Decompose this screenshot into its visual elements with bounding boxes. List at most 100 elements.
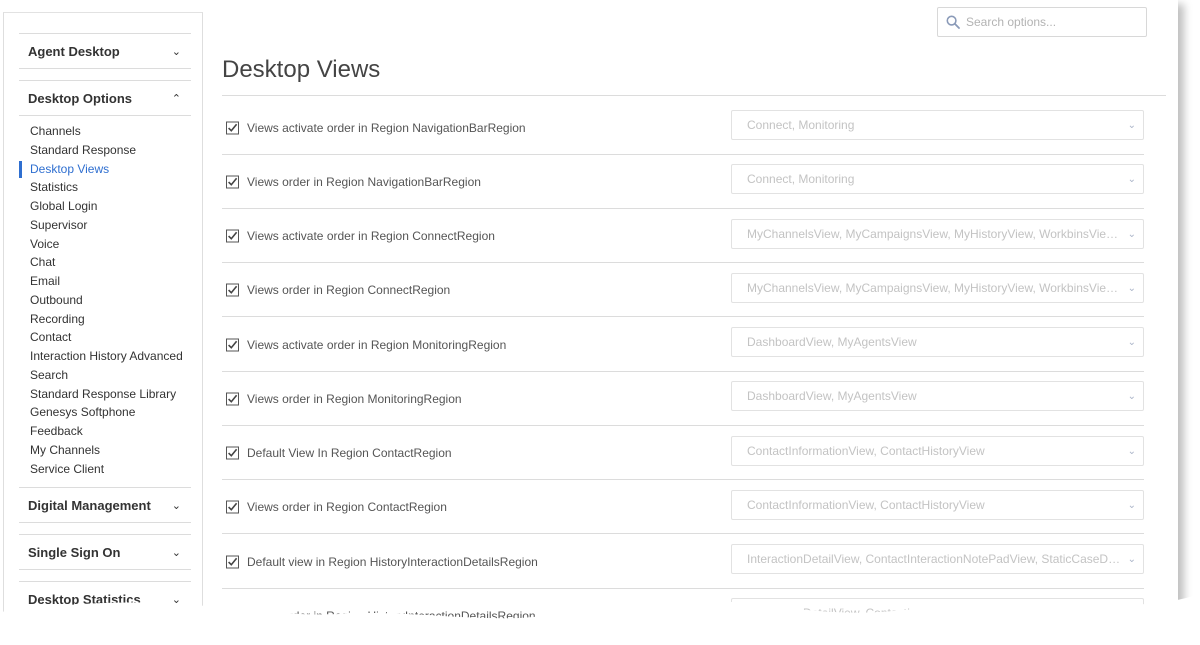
checkbox-checked-icon[interactable]: [226, 446, 239, 459]
search-box[interactable]: [937, 7, 1147, 37]
sidebar-item-my-channels[interactable]: My Channels: [19, 441, 194, 460]
option-row: Views activate order in Region ConnectRe…: [222, 209, 1144, 263]
option-row: Views activate order in Region Monitorin…: [222, 318, 1144, 372]
sidebar-item-genesys-softphone[interactable]: Genesys Softphone: [19, 403, 194, 422]
option-select[interactable]: DashboardView, MyAgentsView ⌄: [731, 327, 1144, 357]
option-row: Views order in Region ConnectRegion MyCh…: [222, 263, 1144, 317]
select-value: ContactInformationView, ContactHistoryVi…: [747, 444, 985, 458]
select-value: Connect, Monitoring: [747, 172, 855, 186]
option-label: Default View In Region ContactRegion: [247, 445, 452, 460]
select-value: MyChannelsView, MyCampaignsView, MyHisto…: [747, 281, 1122, 295]
sidebar-item-supervisor[interactable]: Supervisor: [19, 216, 194, 235]
option-row: Default view in Region HistoryInteractio…: [222, 535, 1144, 589]
sidebar-item-standard-response-library[interactable]: Standard Response Library: [19, 385, 194, 404]
sidebar-item-voice[interactable]: Voice: [19, 235, 194, 254]
option-select[interactable]: InteractionDetailView, ContactInteractio…: [731, 598, 1144, 628]
chevron-down-icon: ⌄: [1127, 173, 1136, 185]
checkbox-checked-icon[interactable]: [226, 338, 239, 351]
option-label: Views order in Region ConnectRegion: [247, 282, 451, 297]
option-label: Views order in Region HistoryInteraction…: [247, 608, 536, 623]
select-value: InteractionDetailView, ContactInteractio…: [747, 552, 1122, 566]
sidebar-item-service-client[interactable]: Service Client: [19, 460, 194, 479]
chevron-down-icon: ⌄: [171, 546, 181, 559]
sidebar-item-channels[interactable]: Channels: [19, 122, 194, 141]
sidebar-item-standard-response[interactable]: Standard Response: [19, 141, 194, 160]
chevron-down-icon: ⌄: [1127, 282, 1136, 294]
option-select[interactable]: Connect, Monitoring ⌄: [731, 110, 1144, 140]
checkbox-checked-icon[interactable]: [226, 609, 239, 622]
option-row: Views order in Region HistoryInteraction…: [222, 589, 1144, 630]
page: Agent Desktop ⌄ Desktop Options ⌃ Channe…: [0, 0, 1178, 630]
section-title: Desktop Options: [28, 90, 133, 106]
sidebar: Agent Desktop ⌄ Desktop Options ⌃ Channe…: [3, 12, 203, 630]
sidebar-item-chat[interactable]: Chat: [19, 253, 194, 272]
checkbox-checked-icon[interactable]: [226, 500, 239, 513]
option-select[interactable]: MyChannelsView, MyCampaignsView, MyHisto…: [731, 219, 1144, 249]
chevron-down-icon: ⌄: [1127, 228, 1136, 240]
option-select[interactable]: InteractionDetailView, ContactInteractio…: [731, 544, 1144, 574]
option-select[interactable]: DashboardView, MyAgentsView ⌄: [731, 381, 1144, 411]
checkbox-checked-icon[interactable]: [226, 229, 239, 242]
option-label: Views activate order in Region ConnectRe…: [247, 228, 495, 243]
chevron-up-icon: ⌃: [171, 92, 181, 105]
select-value: MyChannelsView, MyCampaignsView, MyHisto…: [747, 227, 1122, 241]
search-icon: [946, 15, 960, 29]
option-label: Views activate order in Region Monitorin…: [247, 337, 507, 352]
option-row: Views activate order in Region Navigatio…: [222, 101, 1144, 155]
option-select[interactable]: ContactInformationView, ContactHistoryVi…: [731, 490, 1144, 520]
sidebar-item-statistics[interactable]: Statistics: [19, 178, 194, 197]
sidebar-item-email[interactable]: Email: [19, 272, 194, 291]
checkbox-checked-icon[interactable]: [226, 121, 239, 134]
chevron-down-icon: ⌄: [1127, 553, 1136, 565]
select-value: InteractionDetailView, ContactInteractio…: [747, 606, 1122, 620]
sidebar-item-search[interactable]: Search: [19, 366, 194, 385]
desktop-options-nav: Channels Standard Response Desktop Views…: [19, 122, 194, 478]
option-label: Views order in Region NavigationBarRegio…: [247, 174, 481, 189]
sidebar-item-desktop-views[interactable]: Desktop Views: [19, 160, 194, 179]
page-title: Desktop Views: [222, 56, 381, 83]
chevron-down-icon: ⌄: [1127, 499, 1136, 511]
checkbox-checked-icon[interactable]: [226, 175, 239, 188]
select-value: DashboardView, MyAgentsView: [747, 335, 917, 349]
option-select[interactable]: MyChannelsView, MyCampaignsView, MyHisto…: [731, 273, 1144, 303]
section-desktop-statistics[interactable]: Desktop Statistics ⌄: [19, 581, 191, 617]
chevron-down-icon: ⌄: [1127, 119, 1136, 131]
option-select[interactable]: Connect, Monitoring ⌄: [731, 164, 1144, 194]
option-label: Views order in Region ContactRegion: [247, 499, 447, 514]
chevron-down-icon: ⌄: [171, 45, 181, 58]
sidebar-item-recording[interactable]: Recording: [19, 310, 194, 329]
option-label: Views order in Region MonitoringRegion: [247, 391, 462, 406]
select-value: ContactInformationView, ContactHistoryVi…: [747, 498, 985, 512]
sidebar-item-feedback[interactable]: Feedback: [19, 422, 194, 441]
sidebar-item-outbound[interactable]: Outbound: [19, 291, 194, 310]
checkbox-checked-icon[interactable]: [226, 555, 239, 568]
option-row: Views order in Region NavigationBarRegio…: [222, 155, 1144, 209]
option-label: Views activate order in Region Navigatio…: [247, 120, 526, 135]
section-agent-desktop[interactable]: Agent Desktop ⌄: [19, 33, 191, 69]
chevron-down-icon: ⌄: [171, 593, 181, 606]
section-title: Single Sign On: [28, 544, 121, 560]
checkbox-checked-icon[interactable]: [226, 392, 239, 405]
chevron-down-icon: ⌄: [1127, 445, 1136, 457]
search-input[interactable]: [964, 14, 1138, 30]
title-divider: [222, 95, 1166, 96]
section-digital-management[interactable]: Digital Management ⌄: [19, 487, 191, 523]
section-single-sign-on[interactable]: Single Sign On ⌄: [19, 534, 191, 570]
sidebar-item-interaction-history-advanced[interactable]: Interaction History Advanced: [19, 347, 194, 366]
select-value: Connect, Monitoring: [747, 118, 855, 132]
chevron-down-icon: ⌄: [1127, 390, 1136, 402]
section-title: Agent Desktop: [28, 43, 120, 59]
option-label: Default view in Region HistoryInteractio…: [247, 554, 538, 569]
sidebar-item-global-login[interactable]: Global Login: [19, 197, 194, 216]
section-desktop-options[interactable]: Desktop Options ⌃: [19, 80, 191, 116]
chevron-down-icon: ⌄: [171, 499, 181, 512]
section-title: Digital Management: [28, 497, 151, 513]
option-row: Views order in Region MonitoringRegion D…: [222, 372, 1144, 426]
section-title: Desktop Statistics: [28, 591, 141, 607]
select-value: DashboardView, MyAgentsView: [747, 389, 917, 403]
option-select[interactable]: ContactInformationView, ContactHistoryVi…: [731, 436, 1144, 466]
chevron-down-icon: ⌄: [1127, 607, 1136, 619]
checkbox-checked-icon[interactable]: [226, 283, 239, 296]
chevron-down-icon: ⌄: [1127, 336, 1136, 348]
sidebar-item-contact[interactable]: Contact: [19, 328, 194, 347]
